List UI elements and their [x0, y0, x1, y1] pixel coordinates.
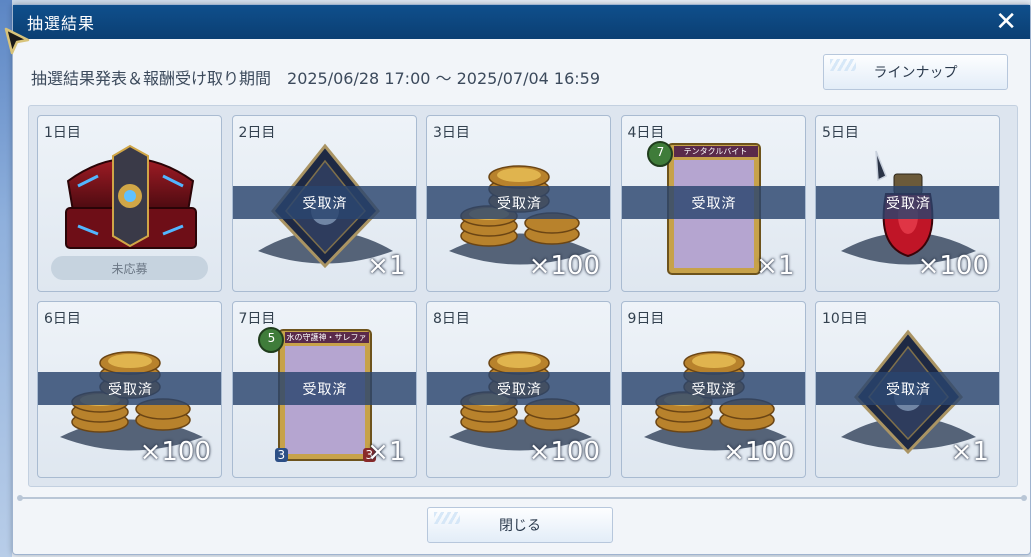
item-quantity: ×1: [950, 437, 989, 467]
card-attack: 3: [274, 448, 289, 462]
day-label: 7日目: [238, 311, 276, 327]
not-applied-badge: 未応募: [51, 256, 208, 280]
claimed-banner: 受取済: [621, 186, 805, 219]
reward-cell-day-3[interactable]: 3日目 ×100 受取済: [426, 115, 611, 292]
period-label: 抽選結果発表＆報酬受け取り期間: [31, 69, 272, 88]
period-row: 抽選結果発表＆報酬受け取り期間 2025/06/28 17:00 ～ 2025/…: [31, 65, 600, 89]
card-title: テンタクルバイト: [673, 146, 758, 157]
reward-cell-day-6[interactable]: 6日目 ×100 受取済: [37, 301, 222, 478]
claimed-banner: 受取済: [232, 372, 416, 405]
claimed-banner: 受取済: [427, 186, 610, 219]
dialog-titlebar: 抽選結果 ✕: [13, 5, 1030, 39]
claimed-banner: 受取済: [816, 372, 999, 405]
item-quantity: ×1: [756, 251, 795, 281]
claimed-banner: 受取済: [232, 186, 416, 219]
background-strip: [0, 0, 12, 557]
reward-cell-day-5[interactable]: 5日目 ×100 受取済: [815, 115, 1000, 292]
day-label: 1日目: [44, 125, 81, 141]
item-quantity: ×100: [528, 437, 600, 467]
lottery-result-dialog: 抽選結果 ✕ 抽選結果発表＆報酬受け取り期間 2025/06/28 17:00 …: [12, 4, 1031, 555]
close-button[interactable]: 閉じる: [427, 507, 613, 543]
item-quantity: ×100: [528, 251, 600, 281]
item-quantity: ×1: [367, 251, 406, 281]
day-label: 6日目: [44, 311, 81, 327]
close-button-label: 閉じる: [499, 518, 541, 534]
reward-cell-day-8[interactable]: 8日目 ×100 受取済: [426, 301, 611, 478]
card-title: 水の守護神・サレファ: [284, 332, 369, 343]
reward-cell-day-7[interactable]: 7日目 5 水の守護神・サレファ 3 3 ×1 受取済: [231, 301, 417, 478]
day-label: 10日目: [822, 311, 868, 327]
item-quantity: ×100: [723, 437, 795, 467]
reward-grid: 1日目 未応募 2日目 ×1 受取済 3日目 ×100 受取済 4日目 7 テン…: [28, 105, 1018, 487]
reward-cell-day-4[interactable]: 4日目 7 テンタクルバイト ×1 受取済: [620, 115, 806, 292]
item-quantity: ×100: [139, 437, 211, 467]
day-label: 2日目: [238, 125, 276, 141]
reward-cell-day-1[interactable]: 1日目 未応募: [37, 115, 222, 292]
day-label: 9日目: [627, 311, 665, 327]
reward-cell-day-2[interactable]: 2日目 ×1 受取済: [231, 115, 417, 292]
card-cost: 7: [656, 145, 665, 159]
lineup-button[interactable]: ラインナップ: [823, 54, 1008, 90]
claimed-banner: 受取済: [816, 186, 999, 219]
reward-cell-day-10[interactable]: 10日目 ×1 受取済: [815, 301, 1000, 478]
period-value: 2025/06/28 17:00 ～ 2025/07/04 16:59: [287, 69, 601, 88]
lineup-button-label: ラインナップ: [873, 65, 958, 81]
day-label: 3日目: [433, 125, 470, 141]
card-cost: 5: [267, 331, 276, 345]
divider: [17, 495, 1027, 501]
claimed-banner: 受取済: [38, 372, 221, 405]
reward-cell-day-9[interactable]: 9日目 ×100 受取済: [620, 301, 806, 478]
claimed-banner: 受取済: [621, 372, 805, 405]
item-quantity: ×100: [917, 251, 989, 281]
claimed-banner: 受取済: [427, 372, 610, 405]
dialog-title: 抽選結果: [27, 14, 96, 33]
day-label: 5日目: [822, 125, 859, 141]
pointer-cursor-icon: [4, 27, 30, 55]
day-label: 8日目: [433, 311, 470, 327]
item-quantity: ×1: [367, 437, 406, 467]
close-icon[interactable]: ✕: [995, 8, 1018, 36]
day-label: 4日目: [627, 125, 665, 141]
